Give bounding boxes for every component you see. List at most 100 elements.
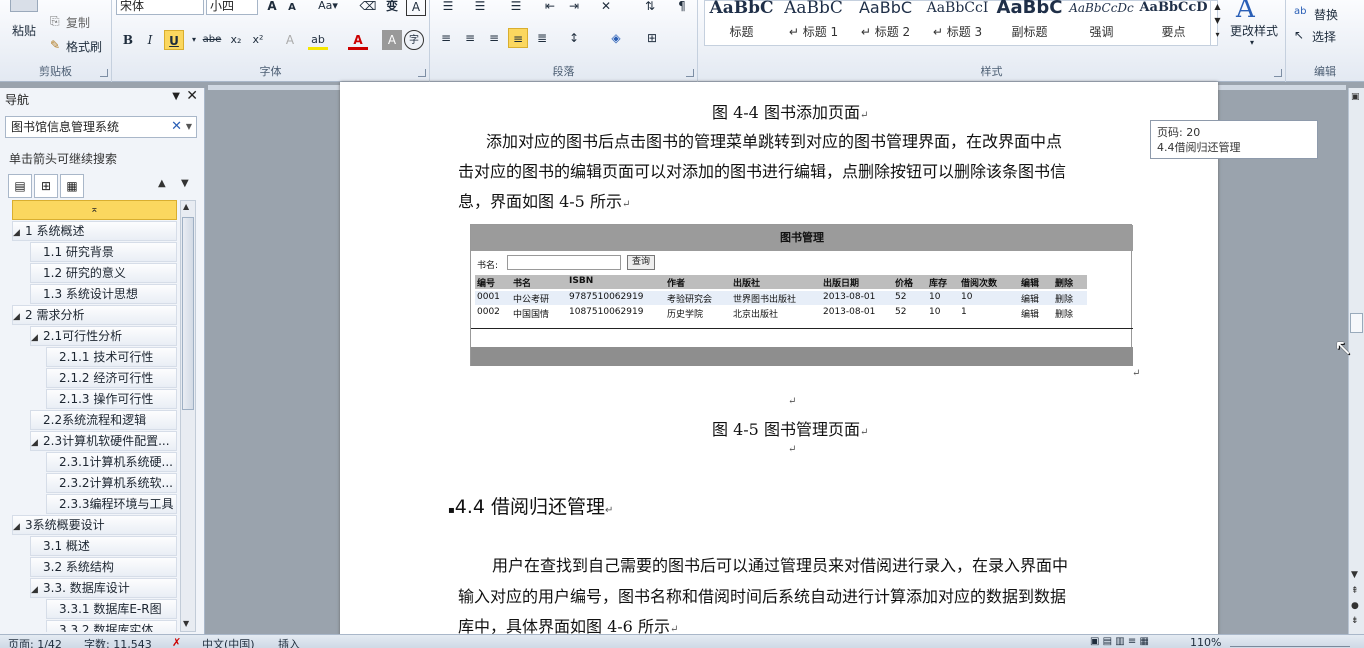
change-case-icon[interactable]: Aa▾ xyxy=(318,0,338,16)
font-color-icon[interactable]: A xyxy=(348,30,368,50)
tab-pages-icon[interactable]: ⊞ xyxy=(34,174,58,198)
numbering-icon[interactable]: ☰ xyxy=(470,0,490,16)
font-name-select[interactable]: 宋体 xyxy=(116,0,204,15)
tab-results-icon[interactable]: ▦ xyxy=(60,174,84,198)
browse-object-icon[interactable]: ● xyxy=(1351,601,1359,611)
superscript-icon[interactable]: x² xyxy=(248,30,268,50)
grow-font-icon[interactable]: A xyxy=(262,0,282,16)
style-tile-title[interactable]: AaBbC 标题 xyxy=(706,0,777,42)
shrink-font-icon[interactable]: A xyxy=(282,0,302,18)
scroll-down-arrow-icon[interactable]: ▼ xyxy=(1351,570,1358,580)
style-tile-emphasis[interactable]: AaBbCcDc 强调 xyxy=(1066,0,1137,42)
nav-scrollbar[interactable]: ▲ ▼ xyxy=(180,200,196,632)
previous-result-icon[interactable]: ▲ xyxy=(158,178,166,189)
borders-icon[interactable]: ⊞ xyxy=(642,28,662,48)
nav-heading-item[interactable]: 3.3.2 数据库实体 xyxy=(46,620,177,632)
status-zoom[interactable]: 110% xyxy=(1190,636,1221,648)
zoom-slider[interactable] xyxy=(1230,637,1350,647)
format-painter-button[interactable]: 格式刷 xyxy=(66,38,102,55)
enclose-char-icon[interactable]: 字 xyxy=(404,30,424,50)
nav-heading-item[interactable]: 2.1.2 经济可行性 xyxy=(46,368,177,388)
nav-search-input[interactable]: 图书馆信息管理系统 ✕ ▼ xyxy=(5,116,197,138)
next-result-icon[interactable]: ▼ xyxy=(181,178,189,189)
nav-heading-item[interactable]: ◢ 2.1可行性分析 xyxy=(30,326,177,346)
nav-heading-item[interactable]: ◢ 2 需求分析 xyxy=(12,305,177,325)
phonetic-icon[interactable]: 变 xyxy=(382,0,402,16)
expand-toggle-icon[interactable]: ◢ xyxy=(13,224,25,240)
document-scrollbar[interactable]: ▣ ▼ ⇞ ● ⇟ xyxy=(1348,88,1364,634)
nav-heading-item[interactable]: 1.3 系统设计思想 xyxy=(30,284,177,304)
align-center-icon[interactable]: ≡ xyxy=(460,28,480,48)
style-tile-heading-2[interactable]: AaBbC ↵ 标题 2 xyxy=(850,0,921,42)
expand-toggle-icon[interactable]: ◢ xyxy=(13,518,25,534)
justify-icon[interactable]: ≡ xyxy=(508,28,528,48)
bullets-icon[interactable]: ☰ xyxy=(438,0,458,16)
shading-icon[interactable]: ◈ xyxy=(606,28,626,48)
show-marks-icon[interactable]: ¶ xyxy=(672,0,692,16)
bold-icon[interactable]: B xyxy=(118,30,138,50)
style-gallery-scroll-icon[interactable]: ▲ ▼ ▾ xyxy=(1210,0,1224,46)
line-spacing-icon[interactable]: ↕ xyxy=(564,28,584,48)
nav-heading-item[interactable]: 2.2系统流程和逻辑 xyxy=(30,410,177,430)
sort-icon[interactable]: ✕ xyxy=(596,0,616,16)
text-effects-icon[interactable]: A xyxy=(280,30,300,50)
document-scroll-thumb[interactable] xyxy=(1350,313,1363,333)
expand-toggle-icon[interactable]: ◢ xyxy=(13,308,25,324)
subscript-icon[interactable]: x₂ xyxy=(226,30,246,50)
replace-button[interactable]: 替换 xyxy=(1314,6,1338,23)
nav-heading-item[interactable]: ◢ 3.3. 数据库设计 xyxy=(30,578,177,598)
decrease-indent-icon[interactable]: ⇤ xyxy=(540,0,560,16)
align-right-icon[interactable]: ≡ xyxy=(484,28,504,48)
multilevel-list-icon[interactable]: ☰ xyxy=(506,0,526,16)
ruler-toggle-icon[interactable]: ▣ xyxy=(1351,92,1360,102)
status-page[interactable]: 页面: 1/42 xyxy=(8,636,62,648)
increase-indent-icon[interactable]: ⇥ xyxy=(564,0,584,16)
char-shading-icon[interactable]: A xyxy=(382,30,402,50)
clipboard-launcher-icon[interactable] xyxy=(100,69,108,77)
align-left-icon[interactable]: ≡ xyxy=(436,28,456,48)
nav-heading-item[interactable]: ◢ 2.3计算机软硬件配置... xyxy=(30,431,177,451)
char-border-icon[interactable]: A xyxy=(406,0,426,16)
paste-icon[interactable] xyxy=(10,0,38,12)
style-tile-heading-1[interactable]: AaBbC ↵ 标题 1 xyxy=(778,0,849,42)
search-options-icon[interactable]: ▼ xyxy=(186,117,192,137)
style-tile-subtitle[interactable]: AaBbC 副标题 xyxy=(994,0,1065,42)
select-button[interactable]: 选择 xyxy=(1312,28,1336,45)
nav-options-icon[interactable]: ▼ xyxy=(172,91,180,102)
style-tile-heading-3[interactable]: AaBbCcI ↵ 标题 3 xyxy=(922,0,993,42)
nav-close-icon[interactable]: ✕ xyxy=(186,88,198,104)
status-language[interactable]: 中文(中国) xyxy=(202,636,255,648)
nav-heading-item[interactable]: 1.1 研究背景 xyxy=(30,242,177,262)
paste-button[interactable]: 粘贴 xyxy=(12,22,36,39)
status-insert-mode[interactable]: 插入 xyxy=(278,636,300,648)
nav-heading-item[interactable]: 1.2 研究的意义 xyxy=(30,263,177,283)
tree-collapse-top-icon[interactable]: ⌅ xyxy=(12,200,177,220)
expand-toggle-icon[interactable]: ◢ xyxy=(31,581,43,597)
nav-heading-item[interactable]: 3.2 系统结构 xyxy=(30,557,177,577)
nav-heading-item[interactable]: 2.1.1 技术可行性 xyxy=(46,347,177,367)
nav-heading-item[interactable]: 2.3.2计算机系统软... xyxy=(46,473,177,493)
highlight-icon[interactable]: ab xyxy=(308,30,328,50)
strikethrough-icon[interactable]: abe xyxy=(202,30,222,50)
clear-format-icon[interactable]: ⌫ xyxy=(358,0,378,16)
clear-search-icon[interactable]: ✕ xyxy=(171,117,182,137)
underline-icon[interactable]: U xyxy=(164,30,184,50)
nav-scroll-thumb[interactable] xyxy=(182,217,194,410)
nav-heading-item[interactable]: ◢ 3系统概要设计 xyxy=(12,515,177,535)
scroll-up-icon[interactable]: ▲ xyxy=(183,202,189,211)
styles-launcher-icon[interactable] xyxy=(1274,69,1282,77)
italic-icon[interactable]: I xyxy=(140,30,160,50)
nav-heading-item[interactable]: 2.3.1计算机系统硬... xyxy=(46,452,177,472)
copy-button[interactable]: 复制 xyxy=(66,14,90,31)
next-page-icon[interactable]: ⇟ xyxy=(1351,616,1359,626)
underline-dropdown-icon[interactable]: ▾ xyxy=(184,30,204,50)
expand-toggle-icon[interactable]: ◢ xyxy=(31,329,43,345)
view-buttons-icon[interactable]: ▣ ▤ ▥ ≡ ▦ xyxy=(1090,636,1149,647)
prev-page-icon[interactable]: ⇞ xyxy=(1351,586,1359,596)
nav-heading-item[interactable]: ◢ 1 系统概述 xyxy=(12,221,177,241)
expand-toggle-icon[interactable]: ◢ xyxy=(31,434,43,450)
document-page[interactable]: 图 4-4 图书添加页面↵ 添加对应的图书后点击图书的管理菜单跳转到对应的图书管… xyxy=(340,82,1218,642)
change-styles-button[interactable]: 更改样式 xyxy=(1230,22,1278,39)
nav-heading-item[interactable]: 2.1.3 操作可行性 xyxy=(46,389,177,409)
style-tile-strong[interactable]: AaBbCcD 要点 xyxy=(1138,0,1209,42)
